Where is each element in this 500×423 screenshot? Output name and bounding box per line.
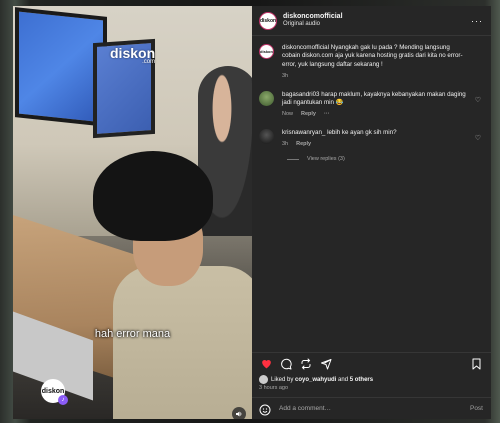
post-comment-button[interactable]: Post xyxy=(470,405,483,412)
comment-like-button[interactable]: ♡ xyxy=(475,96,481,104)
liker-username[interactable]: coyo_wahyudi xyxy=(295,377,336,383)
comment-options-button[interactable]: ··· xyxy=(324,111,330,118)
likes-prefix: Liked by xyxy=(271,376,294,383)
comment-input[interactable] xyxy=(279,405,470,412)
post-modal: diskon .com hah error mana diskon ♪ disk… xyxy=(13,6,491,419)
view-replies-button[interactable]: View replies (3) xyxy=(287,156,483,162)
post-time: 3 hours ago xyxy=(259,385,289,391)
heart-outline-icon: ♡ xyxy=(474,96,481,104)
comment-body: krisnawanryan_ lebih ke ayan gk sih min?… xyxy=(282,129,483,149)
more-options-button[interactable]: ··· xyxy=(471,16,483,26)
author-avatar[interactable]: diskon xyxy=(259,11,277,30)
heart-outline-icon: ♡ xyxy=(474,134,481,142)
share-icon xyxy=(321,358,332,369)
comment-time: Now xyxy=(282,111,294,118)
repost-button[interactable] xyxy=(299,357,313,371)
audio-label[interactable]: Original audio xyxy=(283,21,471,28)
post-header: diskon diskoncomofficial Original audio … xyxy=(252,6,491,36)
likes-others[interactable]: 5 others xyxy=(350,377,373,383)
post-actions xyxy=(252,352,491,374)
comment-like-button[interactable]: ♡ xyxy=(475,134,481,142)
author-username[interactable]: diskoncomofficial xyxy=(283,13,471,21)
comment-icon xyxy=(281,358,292,369)
comment-avatar[interactable]: diskon xyxy=(259,44,274,59)
comment-avatar-text: diskon xyxy=(260,49,273,54)
like-button[interactable] xyxy=(259,357,273,371)
comment-meta: Now Reply ··· xyxy=(282,111,469,118)
view-replies-line xyxy=(287,158,299,160)
share-button[interactable] xyxy=(319,357,333,371)
save-button[interactable] xyxy=(469,357,483,371)
comment-avatar[interactable] xyxy=(259,90,274,106)
mute-button[interactable] xyxy=(232,407,246,419)
post-panel: diskon diskoncomofficial Original audio … xyxy=(252,6,491,419)
comment-username[interactable]: krisnawanryan_ xyxy=(282,129,325,136)
comment-item: krisnawanryan_ lebih ke ayan gk sih min?… xyxy=(259,128,483,149)
repost-icon xyxy=(301,358,311,369)
author-info: diskoncomofficial Original audio xyxy=(283,13,471,28)
reply-button[interactable]: Reply xyxy=(301,111,316,118)
heart-icon xyxy=(261,359,271,369)
comment-button[interactable] xyxy=(279,357,293,371)
post-video[interactable]: diskon .com hah error mana diskon ♪ xyxy=(13,6,252,419)
comment-body: bagasandri03 harap maklum, kayaknya keba… xyxy=(282,91,483,119)
comment-meta: 3h Reply xyxy=(282,141,469,148)
likes-connector: and xyxy=(338,376,349,383)
video-logo: diskon ♪ xyxy=(41,379,68,405)
video-scene-person-hair xyxy=(93,151,213,241)
emoji-icon xyxy=(259,404,271,415)
comment-username[interactable]: diskoncomofficial xyxy=(282,44,329,51)
comment-body: diskoncomofficial Nyangkah gak lu pada ?… xyxy=(282,44,483,81)
speaker-icon xyxy=(236,411,242,417)
comment-time: 3h xyxy=(282,73,289,80)
add-comment-bar: Post xyxy=(252,397,491,419)
comment-item: bagasandri03 harap maklum, kayaknya keba… xyxy=(259,90,483,119)
reply-button[interactable]: Reply xyxy=(296,141,311,148)
comment-time: 3h xyxy=(282,141,289,147)
more-horizontal-icon: ··· xyxy=(471,15,483,26)
comment-username[interactable]: bagasandri03 xyxy=(282,91,320,98)
comments-list: diskon diskoncomofficial Nyangkah gak lu… xyxy=(252,36,491,352)
music-icon: ♪ xyxy=(58,395,68,405)
emoji-button[interactable] xyxy=(259,403,271,415)
author-avatar-text: diskon xyxy=(259,17,277,24)
comment-avatar[interactable] xyxy=(259,128,274,144)
bookmark-icon xyxy=(472,358,480,369)
comment-text: lebih ke ayan gk sih min? xyxy=(327,128,397,136)
caption-comment: diskon diskoncomofficial Nyangkah gak lu… xyxy=(259,44,483,81)
liker-avatar[interactable] xyxy=(259,375,268,384)
comment-meta: 3h xyxy=(282,73,469,80)
video-logo-text: diskon xyxy=(41,387,65,395)
view-replies-label: View replies (3) xyxy=(307,156,345,163)
video-caption: hah error mana xyxy=(94,328,171,340)
video-scene-person-body xyxy=(113,266,252,419)
video-watermark: diskon .com xyxy=(110,45,155,65)
likes-summary: Liked by coyo_wahyudi and 5 others xyxy=(252,375,491,384)
